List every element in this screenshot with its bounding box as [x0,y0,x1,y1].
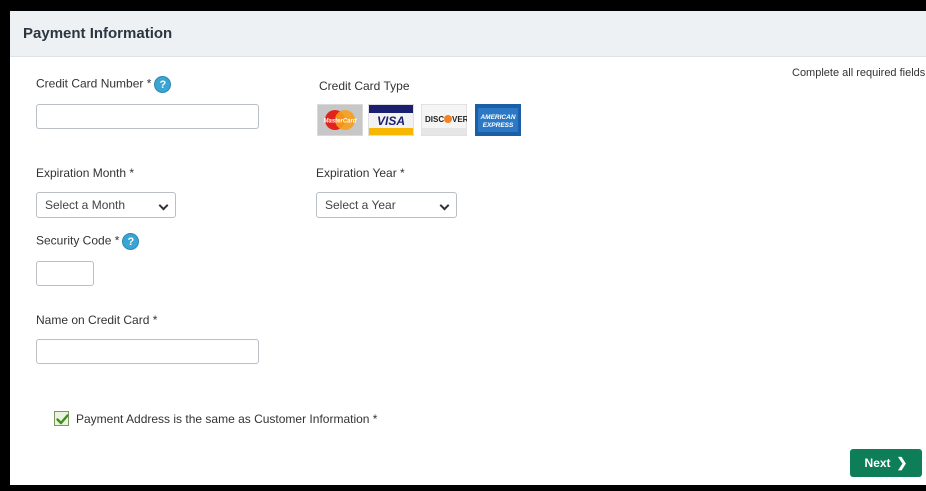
credit-card-type-label: Credit Card Type [319,79,410,93]
security-code-input[interactable] [36,261,94,286]
credit-card-number-label: Credit Card Number *? [36,76,172,93]
help-icon[interactable]: ? [154,76,172,93]
svg-text:EXPRESS: EXPRESS [483,122,514,129]
help-icon[interactable]: ? [122,233,140,250]
panel-header: Payment Information [10,11,926,57]
payment-address-checkbox[interactable] [54,411,69,426]
expiration-year-value: Select a Year [325,198,396,212]
expiration-year-label: Expiration Year * [316,166,405,180]
credit-card-number-input[interactable] [36,104,259,129]
mastercard-icon: MasterCard [317,104,363,136]
visa-icon: VISA [368,104,414,136]
expiration-month-label: Expiration Month * [36,166,135,180]
security-code-label: Security Code *? [36,233,140,250]
american-express-icon: AMERICAN EXPRESS [475,104,521,136]
name-on-card-label: Name on Credit Card * [36,313,158,327]
svg-text:AMERICAN: AMERICAN [479,114,515,121]
chevron-down-icon [158,200,169,211]
required-fields-note: Complete all required fields [ * [792,67,926,79]
payment-form-panel: Payment Information Complete all require… [10,11,926,485]
expiration-month-value: Select a Month [45,198,126,212]
credit-card-number-label-text: Credit Card Number * [36,76,152,91]
payment-address-label: Payment Address is the same as Customer … [76,412,378,426]
checkmark-icon [56,414,69,425]
svg-text:VER: VER [452,115,467,124]
security-code-label-text: Security Code * [36,233,120,248]
svg-text:DISC: DISC [425,115,444,124]
next-button-label: Next [864,456,891,470]
chevron-down-icon [439,200,450,211]
svg-text:VISA: VISA [377,114,405,128]
chevron-right-icon: ❯ [896,455,908,470]
panel-title: Payment Information [23,25,173,42]
discover-icon: DISC VER [421,104,467,136]
expiration-month-select[interactable]: Select a Month [36,192,176,218]
expiration-year-select[interactable]: Select a Year [316,192,457,218]
name-on-card-input[interactable] [36,339,259,364]
svg-text:MasterCard: MasterCard [323,119,356,125]
next-button[interactable]: Next ❯ [850,449,922,477]
